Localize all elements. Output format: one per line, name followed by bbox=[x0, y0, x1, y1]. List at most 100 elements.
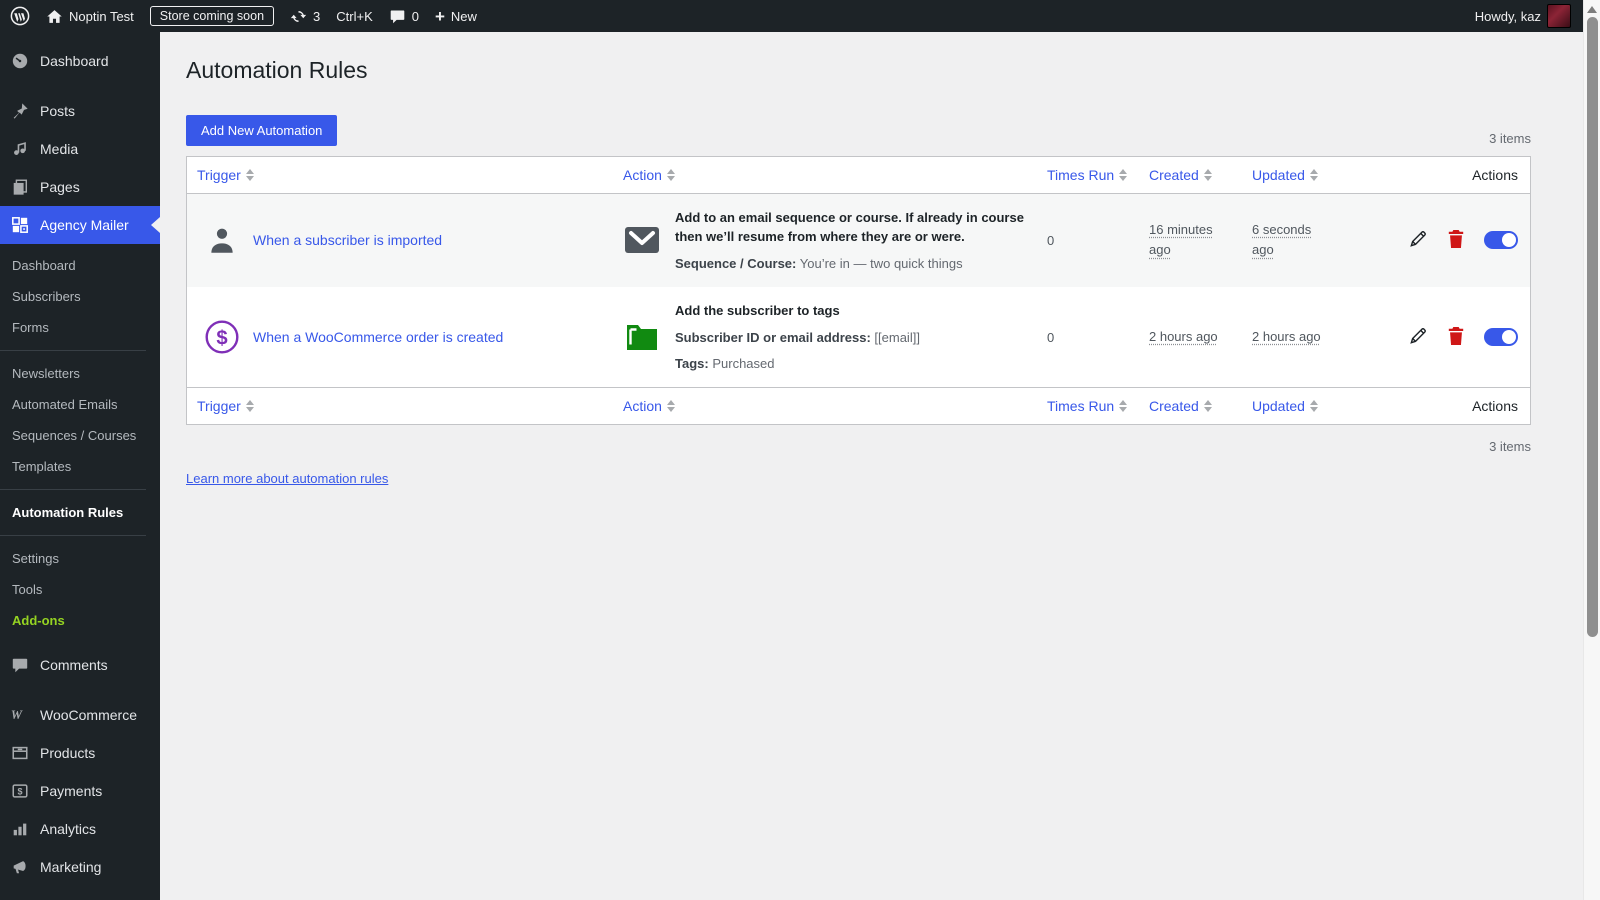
learn-more-link[interactable]: Learn more about automation rules bbox=[186, 471, 388, 486]
submenu-divider bbox=[0, 489, 146, 490]
dashboard-icon bbox=[10, 51, 30, 71]
submenu-item-forms[interactable]: Forms bbox=[0, 312, 160, 343]
sidebar-item-agency-mailer[interactable]: Agency Mailer bbox=[0, 206, 160, 244]
column-label-actions: Actions bbox=[1345, 388, 1530, 424]
submenu-item-add-ons[interactable]: Add-ons bbox=[0, 605, 160, 636]
meta-label: Sequence / Course: bbox=[675, 256, 796, 271]
svg-text:$: $ bbox=[17, 787, 22, 797]
created-value: 2 hours ago bbox=[1149, 327, 1218, 348]
submenu-item-automated-emails[interactable]: Automated Emails bbox=[0, 389, 160, 420]
envelope-icon bbox=[623, 226, 661, 254]
column-label-times-run: Times Run bbox=[1047, 398, 1114, 414]
sort-action[interactable]: Action bbox=[623, 398, 675, 414]
edit-rule-button[interactable] bbox=[1408, 326, 1428, 349]
action-meta: Subscriber ID or email address: [[email]… bbox=[675, 329, 920, 347]
submenu-item-subscribers[interactable]: Subscribers bbox=[0, 281, 160, 312]
sort-times-run[interactable]: Times Run bbox=[1047, 398, 1127, 414]
scrollbar-up-arrow[interactable] bbox=[1587, 6, 1597, 13]
submenu-item-automation-rules[interactable]: Automation Rules bbox=[0, 497, 160, 528]
automation-rule-link[interactable]: When a WooCommerce order is created bbox=[253, 329, 503, 345]
comments-count: 0 bbox=[412, 9, 419, 24]
submenu-item-sequences-courses[interactable]: Sequences / Courses bbox=[0, 420, 160, 451]
wordpress-logo-icon[interactable] bbox=[10, 6, 30, 26]
megaphone-icon bbox=[10, 857, 30, 877]
sidebar-item-payments[interactable]: $ Payments bbox=[0, 772, 160, 810]
column-label-trigger: Trigger bbox=[197, 398, 241, 414]
howdy-text: Howdy, kaz bbox=[1475, 9, 1541, 24]
site-name: Noptin Test bbox=[69, 9, 134, 24]
automation-rules-table: Trigger Action Times Run Created Updated… bbox=[186, 156, 1531, 425]
command-palette-shortcut[interactable]: Ctrl+K bbox=[336, 9, 372, 24]
delete-rule-button[interactable] bbox=[1447, 326, 1465, 349]
pin-icon bbox=[10, 101, 30, 121]
column-label-updated: Updated bbox=[1252, 398, 1305, 414]
meta-value: You’re in — two quick things bbox=[800, 256, 963, 271]
toggle-knob bbox=[1502, 233, 1516, 247]
avatar bbox=[1547, 4, 1571, 28]
times-run-value: 0 bbox=[1037, 194, 1139, 287]
table-footer-row: Trigger Action Times Run Created Updated… bbox=[187, 387, 1530, 424]
column-label-action: Action bbox=[623, 398, 662, 414]
coming-soon-badge: Store coming soon bbox=[150, 6, 274, 26]
new-label: New bbox=[451, 9, 477, 24]
submenu-item-newsletters[interactable]: Newsletters bbox=[0, 358, 160, 389]
updates-link[interactable]: 3 bbox=[290, 8, 320, 25]
current-menu-arrow bbox=[151, 217, 160, 233]
sidebar-item-products[interactable]: Products bbox=[0, 734, 160, 772]
automation-rule-link[interactable]: When a subscriber is imported bbox=[253, 232, 442, 248]
box-icon bbox=[10, 743, 30, 763]
sort-arrows-icon bbox=[1204, 400, 1212, 412]
sidebar-item-dashboard[interactable]: Dashboard bbox=[0, 42, 160, 80]
submenu-item-templates[interactable]: Templates bbox=[0, 451, 160, 482]
meta-value: Purchased bbox=[712, 356, 774, 371]
sort-updated[interactable]: Updated bbox=[1252, 398, 1318, 414]
meta-label: Subscriber ID or email address: bbox=[675, 330, 871, 345]
sidebar-item-label: Media bbox=[40, 141, 78, 157]
folder-icon bbox=[623, 322, 661, 352]
rule-enabled-toggle[interactable] bbox=[1484, 328, 1518, 346]
comments-link[interactable]: 0 bbox=[389, 8, 419, 25]
submenu-item-dashboard[interactable]: Dashboard bbox=[0, 250, 160, 281]
submenu-divider bbox=[0, 350, 146, 351]
add-new-automation-button[interactable]: Add New Automation bbox=[186, 115, 337, 146]
plus-icon: + bbox=[435, 8, 445, 25]
new-content-link[interactable]: + New bbox=[435, 8, 477, 25]
sidebar-item-analytics[interactable]: Analytics bbox=[0, 810, 160, 848]
sort-updated[interactable]: Updated bbox=[1252, 167, 1318, 183]
sort-created[interactable]: Created bbox=[1149, 398, 1212, 414]
updates-icon bbox=[290, 8, 307, 25]
scrollbar-thumb[interactable] bbox=[1587, 17, 1598, 637]
sidebar-item-label: Analytics bbox=[40, 821, 96, 837]
sidebar-item-label: Agency Mailer bbox=[40, 217, 129, 233]
edit-rule-button[interactable] bbox=[1408, 229, 1428, 252]
sidebar-item-posts[interactable]: Posts bbox=[0, 92, 160, 130]
trash-icon bbox=[1447, 326, 1465, 349]
rule-enabled-toggle[interactable] bbox=[1484, 231, 1518, 249]
sidebar-item-media[interactable]: Media bbox=[0, 130, 160, 168]
submenu-divider bbox=[0, 535, 146, 536]
delete-rule-button[interactable] bbox=[1447, 229, 1465, 252]
submenu-item-tools[interactable]: Tools bbox=[0, 574, 160, 605]
sidebar-item-comments[interactable]: Comments bbox=[0, 646, 160, 684]
sidebar-item-pages[interactable]: Pages bbox=[0, 168, 160, 206]
sort-times-run[interactable]: Times Run bbox=[1047, 167, 1127, 183]
sidebar-item-marketing[interactable]: Marketing bbox=[0, 848, 160, 886]
sort-trigger[interactable]: Trigger bbox=[197, 398, 254, 414]
admin-sidebar: Dashboard Posts Media Pages Agency Maile… bbox=[0, 32, 160, 900]
sidebar-item-woocommerce[interactable]: W WooCommerce bbox=[0, 696, 160, 734]
page-scrollbar[interactable] bbox=[1583, 0, 1600, 900]
sort-trigger[interactable]: Trigger bbox=[197, 167, 254, 183]
comment-bubble-icon bbox=[389, 8, 406, 25]
sort-arrows-icon bbox=[1310, 169, 1318, 181]
sidebar-item-label: Dashboard bbox=[40, 53, 109, 69]
agency-mailer-submenu: Dashboard Subscribers Forms Newsletters … bbox=[0, 244, 160, 646]
media-icon bbox=[10, 139, 30, 159]
sort-created[interactable]: Created bbox=[1149, 167, 1212, 183]
woocommerce-icon: W bbox=[10, 705, 30, 725]
site-home-link[interactable]: Noptin Test bbox=[46, 8, 134, 25]
meta-value: [[email]] bbox=[874, 330, 920, 345]
pages-icon bbox=[10, 177, 30, 197]
sort-action[interactable]: Action bbox=[623, 167, 675, 183]
my-account-link[interactable]: Howdy, kaz bbox=[1475, 4, 1571, 28]
submenu-item-settings[interactable]: Settings bbox=[0, 543, 160, 574]
